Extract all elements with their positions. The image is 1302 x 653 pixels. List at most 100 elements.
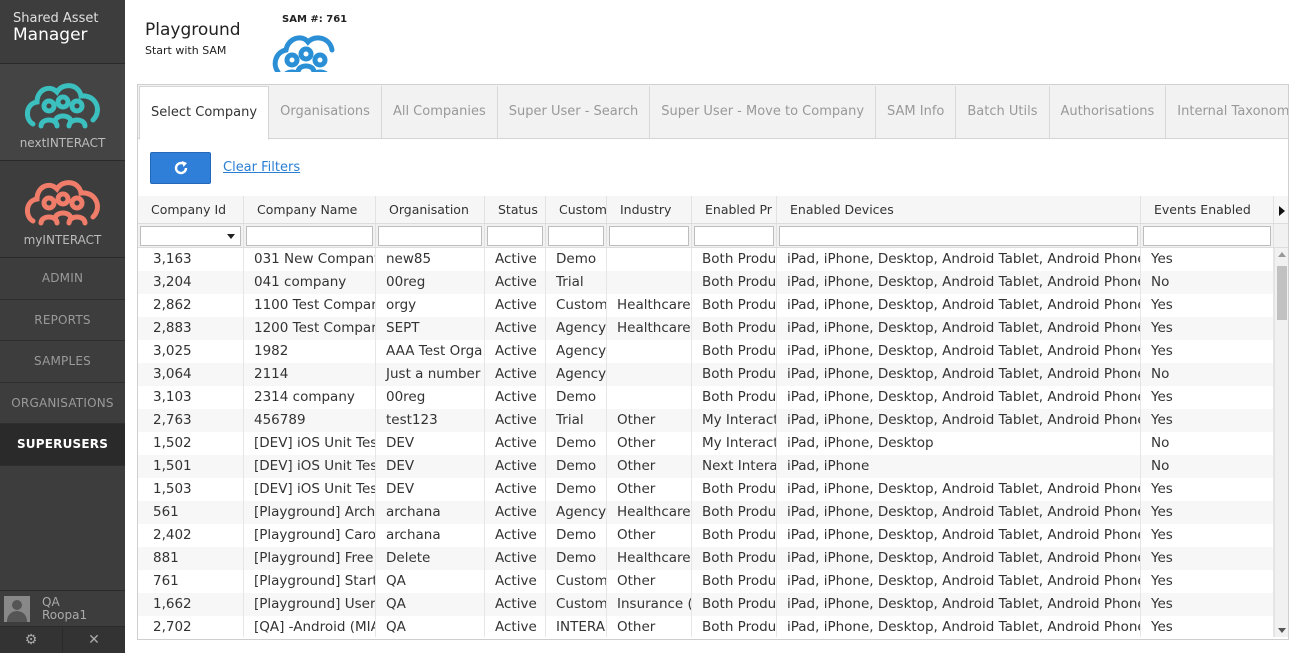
table-row[interactable]: 2,883 1200 Test Compar SEPT Active Agency Hea… — [138, 317, 1288, 340]
column-header[interactable]: Status — [485, 196, 546, 223]
table-cell: iPad, iPhone, Desktop, Android Tablet, A… — [777, 501, 1141, 524]
table-row[interactable]: 3,025 1982 AAA Test Orga Active Agency Both P… — [138, 340, 1288, 363]
app-tile-myinteract[interactable]: myINTERACT — [0, 161, 125, 258]
table-cell: Other — [607, 524, 692, 547]
clear-filters-link[interactable]: Clear Filters — [223, 160, 300, 175]
scroll-up-icon[interactable] — [1278, 252, 1286, 257]
table-row[interactable]: 2,763 456789 test123 Active Trial Other My Int… — [138, 409, 1288, 432]
user-info[interactable]: QA Roopa1 — [0, 590, 125, 626]
nav-item-admin[interactable]: ADMIN — [0, 258, 125, 300]
tab-internal-taxonomies[interactable]: Internal Taxonomies — [1166, 86, 1288, 138]
scroll-right-icon[interactable] — [1279, 206, 1285, 216]
column-header[interactable]: Custom — [546, 196, 607, 223]
table-cell: 1,501 — [138, 455, 244, 478]
nav-item-organisations[interactable]: ORGANISATIONS — [0, 383, 125, 424]
table-cell: Both Produ — [692, 386, 777, 409]
filter-input[interactable] — [779, 226, 1138, 246]
table-row[interactable]: 3,064 2114 Just a number Active Agency Both P… — [138, 363, 1288, 386]
sam-number: SAM #: 761 — [282, 14, 348, 25]
column-header[interactable]: Company Name — [244, 196, 376, 223]
tab-batch-utils[interactable]: Batch Utils — [956, 86, 1050, 138]
table-cell: Yes — [1141, 570, 1274, 593]
nav-item-superusers[interactable]: SUPERUSERS — [0, 424, 125, 466]
table-cell: Healthcare — [607, 294, 692, 317]
filter-input[interactable] — [1143, 226, 1271, 246]
vertical-scrollbar[interactable] — [1274, 248, 1288, 637]
table-cell: 3,103 — [138, 386, 244, 409]
table-cell: Active — [485, 501, 546, 524]
table-row[interactable]: 2,402 [Playground] Caro archana Active Demo O… — [138, 524, 1288, 547]
tab-super-user-move[interactable]: Super User - Move to Company — [650, 86, 877, 138]
table-row[interactable]: 761 [Playground] Start QA Active Custom Other… — [138, 570, 1288, 593]
table-cell: Active — [485, 409, 546, 432]
filter-input[interactable] — [246, 226, 373, 246]
nav-item-reports[interactable]: REPORTS — [0, 300, 125, 341]
nav-item-samples[interactable]: SAMPLES — [0, 341, 125, 383]
table-cell: Trial — [546, 271, 607, 294]
people-cloud-icon — [24, 180, 100, 226]
table-cell: iPad, iPhone, Desktop, Android Tablet, A… — [777, 248, 1141, 271]
table-cell: Active — [485, 455, 546, 478]
table-cell — [607, 248, 692, 271]
table-row[interactable]: 3,163 031 New Company new85 Active Demo Both … — [138, 248, 1288, 271]
table-cell: No — [1141, 432, 1274, 455]
close-icon[interactable]: ✕ — [62, 627, 125, 653]
table-cell: 1,502 — [138, 432, 244, 455]
table-row[interactable]: 2,702 [QA] -Android (MIA QA Active INTERA Oth… — [138, 616, 1288, 637]
column-header[interactable]: Organisation — [376, 196, 485, 223]
table-cell: iPad, iPhone, Desktop — [777, 432, 1141, 455]
table-cell: Other — [607, 570, 692, 593]
table-cell: 1982 — [244, 340, 376, 363]
table-cell: QA — [376, 616, 485, 637]
column-header[interactable]: Enabled Pr — [692, 196, 777, 223]
table-row[interactable]: 1,503 [DEV] iOS Unit Tes DEV Active Demo Othe… — [138, 478, 1288, 501]
table-row[interactable]: 1,662 [Playground] User QA Active Custom Insu… — [138, 593, 1288, 616]
column-header[interactable]: Industry — [607, 196, 692, 223]
gear-icon[interactable]: ⚙ — [0, 627, 62, 653]
column-header[interactable]: Enabled Devices — [777, 196, 1141, 223]
table-row[interactable]: 561 [Playground] Archa archana Active Agency… — [138, 501, 1288, 524]
refresh-button[interactable] — [150, 152, 211, 184]
table-row[interactable]: 3,103 2314 company 00reg Active Demo Both Pro… — [138, 386, 1288, 409]
table-cell: iPad, iPhone, Desktop, Android Tablet, A… — [777, 547, 1141, 570]
table-cell: 3,025 — [138, 340, 244, 363]
filter-input[interactable] — [378, 226, 482, 246]
filter-dropdown[interactable] — [140, 226, 241, 246]
table-row[interactable]: 2,862 1100 Test Compar orgy Active Custom Hea… — [138, 294, 1288, 317]
column-header[interactable]: Company Id — [138, 196, 244, 223]
tab-sam-info[interactable]: SAM Info — [876, 86, 957, 138]
filter-input[interactable] — [487, 226, 543, 246]
table-cell: iPad, iPhone, Desktop, Android Tablet, A… — [777, 524, 1141, 547]
table-row[interactable]: 1,502 [DEV] iOS Unit Tes DEV Active Demo Othe… — [138, 432, 1288, 455]
tab-super-user-search[interactable]: Super User - Search — [498, 86, 651, 138]
tab-select-company[interactable]: Select Company — [139, 86, 270, 140]
table-row[interactable]: 3,204 041 company 00reg Active Trial Both Pro… — [138, 271, 1288, 294]
brand[interactable]: Shared Asset Manager — [0, 0, 125, 64]
table-cell: iPad, iPhone — [777, 455, 1141, 478]
table-cell: Active — [485, 570, 546, 593]
table-cell: 3,064 — [138, 363, 244, 386]
column-header[interactable]: Events Enabled — [1141, 196, 1274, 223]
table-cell: Active — [485, 294, 546, 317]
table-row[interactable]: 881 [Playground] Free Delete Active Demo Heal… — [138, 547, 1288, 570]
table-cell: 561 — [138, 501, 244, 524]
app-tile-nextinteract[interactable]: nextINTERACT — [0, 64, 125, 161]
filter-input[interactable] — [609, 226, 689, 246]
table-cell: 041 company — [244, 271, 376, 294]
table-cell: 2314 company — [244, 386, 376, 409]
table-cell: 2,862 — [138, 294, 244, 317]
tab-all-companies[interactable]: All Companies — [382, 86, 498, 138]
table-cell: 3,204 — [138, 271, 244, 294]
tab-organisations[interactable]: Organisations — [269, 86, 382, 138]
table-cell: Both Produ — [692, 524, 777, 547]
table-cell: Demo — [546, 478, 607, 501]
tab-authorisations[interactable]: Authorisations — [1050, 86, 1167, 138]
scroll-down-icon[interactable] — [1278, 628, 1286, 633]
filter-input[interactable] — [548, 226, 604, 246]
table-cell: Active — [485, 386, 546, 409]
table-cell: Both Produ — [692, 547, 777, 570]
filter-input[interactable] — [694, 226, 774, 246]
scrollbar-thumb[interactable] — [1277, 266, 1287, 320]
brand-line-1: Shared Asset — [13, 11, 99, 26]
table-row[interactable]: 1,501 [DEV] iOS Unit Tes DEV Active Demo Othe… — [138, 455, 1288, 478]
